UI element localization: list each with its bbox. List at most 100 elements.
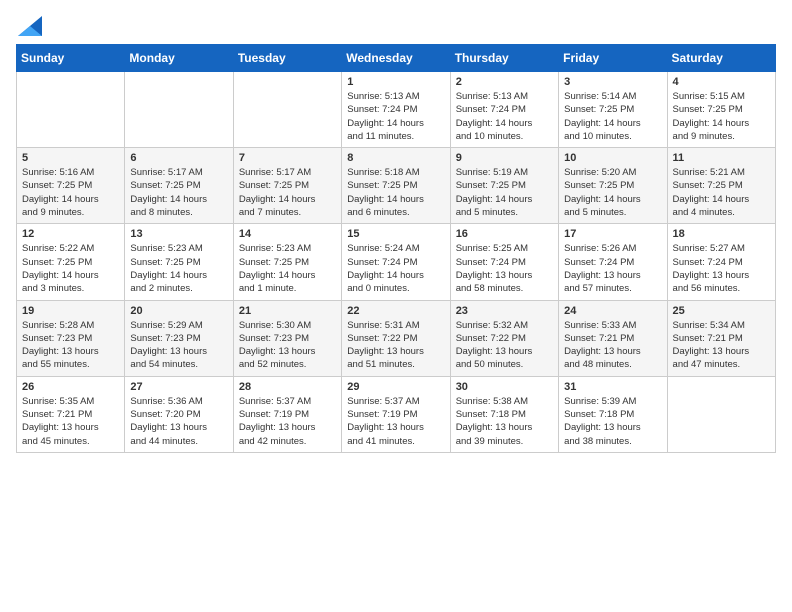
calendar-cell: 22 Sunrise: 5:31 AMSunset: 7:22 PMDayligh…	[342, 300, 450, 376]
day-header-tuesday: Tuesday	[233, 45, 341, 72]
day-number: 8	[347, 152, 444, 164]
day-number: 9	[456, 152, 553, 164]
calendar-week-1: 1 Sunrise: 5:13 AMSunset: 7:24 PMDaylight…	[17, 72, 776, 148]
day-info: Sunrise: 5:34 AMSunset: 7:21 PMDaylight:…	[673, 319, 770, 372]
day-number: 5	[22, 152, 119, 164]
day-info: Sunrise: 5:13 AMSunset: 7:24 PMDaylight:…	[347, 90, 444, 143]
day-info: Sunrise: 5:21 AMSunset: 7:25 PMDaylight:…	[673, 166, 770, 219]
day-info: Sunrise: 5:28 AMSunset: 7:23 PMDaylight:…	[22, 319, 119, 372]
day-number: 23	[456, 305, 553, 317]
day-number: 14	[239, 228, 336, 240]
day-info: Sunrise: 5:19 AMSunset: 7:25 PMDaylight:…	[456, 166, 553, 219]
day-info: Sunrise: 5:23 AMSunset: 7:25 PMDaylight:…	[130, 242, 227, 295]
calendar-cell: 26Sunrise: 5:35 AMSunset: 7:21 PMDayligh…	[17, 376, 125, 452]
day-number: 26	[22, 381, 119, 393]
calendar-cell: 7 Sunrise: 5:17 AMSunset: 7:25 PMDaylight…	[233, 148, 341, 224]
day-number: 7	[239, 152, 336, 164]
day-number: 12	[22, 228, 119, 240]
day-number: 13	[130, 228, 227, 240]
day-number: 20	[130, 305, 227, 317]
calendar-cell: 8 Sunrise: 5:18 AMSunset: 7:25 PMDaylight…	[342, 148, 450, 224]
calendar-cell	[125, 72, 233, 148]
calendar-cell: 20 Sunrise: 5:29 AMSunset: 7:23 PMDayligh…	[125, 300, 233, 376]
day-info: Sunrise: 5:18 AMSunset: 7:25 PMDaylight:…	[347, 166, 444, 219]
day-info: Sunrise: 5:14 AMSunset: 7:25 PMDaylight:…	[564, 90, 661, 143]
day-info: Sunrise: 5:13 AMSunset: 7:24 PMDaylight:…	[456, 90, 553, 143]
day-info: Sunrise: 5:24 AMSunset: 7:24 PMDaylight:…	[347, 242, 444, 295]
calendar-cell: 21 Sunrise: 5:30 AMSunset: 7:23 PMDayligh…	[233, 300, 341, 376]
day-number: 29	[347, 381, 444, 393]
day-info: Sunrise: 5:15 AMSunset: 7:25 PMDaylight:…	[673, 90, 770, 143]
calendar-cell: 16Sunrise: 5:25 AMSunset: 7:24 PMDayligh…	[450, 224, 558, 300]
calendar-cell	[17, 72, 125, 148]
calendar-cell: 24Sunrise: 5:33 AMSunset: 7:21 PMDayligh…	[559, 300, 667, 376]
day-number: 6	[130, 152, 227, 164]
day-info: Sunrise: 5:31 AMSunset: 7:22 PMDaylight:…	[347, 319, 444, 372]
day-info: Sunrise: 5:17 AMSunset: 7:25 PMDaylight:…	[130, 166, 227, 219]
calendar-cell	[667, 376, 775, 452]
calendar-cell: 9 Sunrise: 5:19 AMSunset: 7:25 PMDaylight…	[450, 148, 558, 224]
page-header	[16, 16, 776, 36]
day-info: Sunrise: 5:30 AMSunset: 7:23 PMDaylight:…	[239, 319, 336, 372]
calendar-cell: 11 Sunrise: 5:21 AMSunset: 7:25 PMDayligh…	[667, 148, 775, 224]
day-info: Sunrise: 5:29 AMSunset: 7:23 PMDaylight:…	[130, 319, 227, 372]
day-number: 19	[22, 305, 119, 317]
day-number: 2	[456, 76, 553, 88]
day-info: Sunrise: 5:16 AMSunset: 7:25 PMDaylight:…	[22, 166, 119, 219]
day-info: Sunrise: 5:39 AMSunset: 7:18 PMDaylight:…	[564, 395, 661, 448]
day-info: Sunrise: 5:17 AMSunset: 7:25 PMDaylight:…	[239, 166, 336, 219]
calendar-cell: 1 Sunrise: 5:13 AMSunset: 7:24 PMDaylight…	[342, 72, 450, 148]
day-number: 27	[130, 381, 227, 393]
day-info: Sunrise: 5:32 AMSunset: 7:22 PMDaylight:…	[456, 319, 553, 372]
day-number: 30	[456, 381, 553, 393]
calendar-cell: 10 Sunrise: 5:20 AMSunset: 7:25 PMDayligh…	[559, 148, 667, 224]
day-number: 18	[673, 228, 770, 240]
day-info: Sunrise: 5:25 AMSunset: 7:24 PMDaylight:…	[456, 242, 553, 295]
calendar-cell	[233, 72, 341, 148]
day-number: 24	[564, 305, 661, 317]
day-header-thursday: Thursday	[450, 45, 558, 72]
day-number: 25	[673, 305, 770, 317]
calendar-cell: 15 Sunrise: 5:24 AMSunset: 7:24 PMDayligh…	[342, 224, 450, 300]
calendar-week-3: 12 Sunrise: 5:22 AMSunset: 7:25 PMDayligh…	[17, 224, 776, 300]
day-info: Sunrise: 5:26 AMSunset: 7:24 PMDaylight:…	[564, 242, 661, 295]
day-number: 11	[673, 152, 770, 164]
calendar-cell: 27 Sunrise: 5:36 AMSunset: 7:20 PMDayligh…	[125, 376, 233, 452]
calendar-cell: 23 Sunrise: 5:32 AMSunset: 7:22 PMDayligh…	[450, 300, 558, 376]
day-info: Sunrise: 5:22 AMSunset: 7:25 PMDaylight:…	[22, 242, 119, 295]
logo-icon	[18, 16, 42, 36]
calendar-cell: 31 Sunrise: 5:39 AMSunset: 7:18 PMDayligh…	[559, 376, 667, 452]
calendar-table: SundayMondayTuesdayWednesdayThursdayFrid…	[16, 44, 776, 453]
calendar-cell: 6 Sunrise: 5:17 AMSunset: 7:25 PMDaylight…	[125, 148, 233, 224]
day-info: Sunrise: 5:37 AMSunset: 7:19 PMDaylight:…	[347, 395, 444, 448]
day-number: 10	[564, 152, 661, 164]
day-number: 15	[347, 228, 444, 240]
calendar-cell: 25 Sunrise: 5:34 AMSunset: 7:21 PMDayligh…	[667, 300, 775, 376]
calendar-cell: 18 Sunrise: 5:27 AMSunset: 7:24 PMDayligh…	[667, 224, 775, 300]
day-header-wednesday: Wednesday	[342, 45, 450, 72]
day-info: Sunrise: 5:27 AMSunset: 7:24 PMDaylight:…	[673, 242, 770, 295]
calendar-header-row: SundayMondayTuesdayWednesdayThursdayFrid…	[17, 45, 776, 72]
calendar-cell: 2 Sunrise: 5:13 AMSunset: 7:24 PMDaylight…	[450, 72, 558, 148]
day-number: 28	[239, 381, 336, 393]
calendar-cell: 3 Sunrise: 5:14 AMSunset: 7:25 PMDaylight…	[559, 72, 667, 148]
day-number: 3	[564, 76, 661, 88]
day-info: Sunrise: 5:38 AMSunset: 7:18 PMDaylight:…	[456, 395, 553, 448]
day-number: 22	[347, 305, 444, 317]
calendar-cell: 19 Sunrise: 5:28 AMSunset: 7:23 PMDayligh…	[17, 300, 125, 376]
calendar-cell: 12 Sunrise: 5:22 AMSunset: 7:25 PMDayligh…	[17, 224, 125, 300]
day-header-monday: Monday	[125, 45, 233, 72]
day-info: Sunrise: 5:36 AMSunset: 7:20 PMDaylight:…	[130, 395, 227, 448]
logo	[16, 16, 42, 36]
day-info: Sunrise: 5:20 AMSunset: 7:25 PMDaylight:…	[564, 166, 661, 219]
calendar-cell: 30 Sunrise: 5:38 AMSunset: 7:18 PMDayligh…	[450, 376, 558, 452]
calendar-week-5: 26Sunrise: 5:35 AMSunset: 7:21 PMDayligh…	[17, 376, 776, 452]
calendar-week-2: 5 Sunrise: 5:16 AMSunset: 7:25 PMDaylight…	[17, 148, 776, 224]
calendar-cell: 28Sunrise: 5:37 AMSunset: 7:19 PMDayligh…	[233, 376, 341, 452]
day-number: 31	[564, 381, 661, 393]
day-number: 21	[239, 305, 336, 317]
day-number: 17	[564, 228, 661, 240]
calendar-week-4: 19 Sunrise: 5:28 AMSunset: 7:23 PMDayligh…	[17, 300, 776, 376]
day-header-friday: Friday	[559, 45, 667, 72]
day-number: 1	[347, 76, 444, 88]
